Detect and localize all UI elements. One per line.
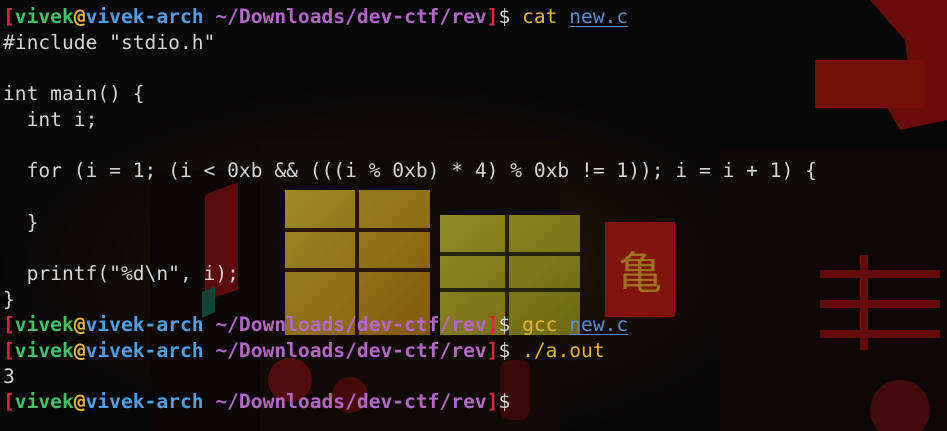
prompt-dollar: $ [498,5,523,28]
prompt-close-bracket: ] [486,390,499,414]
source-code-line [3,132,943,158]
prompt-at-sign: @ [73,338,86,362]
source-code-line [3,184,943,210]
prompt-line: [vivek@vivek-arch ~/Downloads/dev-ctf/re… [3,4,943,30]
source-code-line: for (i = 1; (i < 0xb && (((i % 0xb) * 4)… [3,158,943,184]
command-argument-path[interactable]: new.c [569,313,628,336]
source-code-line: int i; [3,107,943,133]
prompt-user: vivek [14,390,74,414]
prompt-line: [vivek@vivek-arch ~/Downloads/dev-ctf/re… [3,389,943,415]
prompt-dollar: $ [498,338,523,362]
prompt-line: [vivek@vivek-arch ~/Downloads/dev-ctf/re… [3,338,943,364]
source-code-line: printf("%d\n", i); [3,261,943,287]
prompt-path: ~/Downloads/dev-ctf/rev [203,338,487,362]
prompt-path: ~/Downloads/dev-ctf/rev [203,390,487,414]
prompt-open-bracket: [ [3,313,15,337]
source-code-line: } [3,210,943,236]
code-text: int main() { [3,82,145,106]
code-text: } [3,210,39,234]
prompt-host: vivek-arch [85,313,204,337]
prompt-host: vivek-arch [85,5,204,28]
source-code-line [3,55,943,81]
program-output: 3 [3,364,15,388]
prompt-user: vivek [14,5,74,28]
prompt-open-bracket: [ [3,338,15,362]
command-argument-path[interactable]: new.c [569,5,628,28]
prompt-open-bracket: [ [3,390,15,414]
code-text: for (i = 1; (i < 0xb && (((i % 0xb) * 4)… [3,159,817,183]
code-text: printf("%d\n", i); [3,261,239,285]
prompt-at-sign: @ [73,313,86,337]
code-text: int i; [3,107,98,131]
prompt-user: vivek [14,338,74,362]
command-name: gcc [522,313,558,337]
command-name: ./a.out [522,338,605,362]
prompt-host: vivek-arch [85,390,204,414]
code-text: #include "stdio.h" [3,30,216,54]
source-code-line: int main() { [3,81,943,107]
prompt-path: ~/Downloads/dev-ctf/rev [203,5,487,28]
source-code-line [3,235,943,261]
source-code-line: } [3,287,943,313]
prompt-dollar: $ [498,390,523,414]
prompt-open-bracket: [ [3,5,15,28]
source-code-line: #include "stdio.h" [3,30,943,56]
prompt-line: [vivek@vivek-arch ~/Downloads/dev-ctf/re… [3,312,943,338]
prompt-user: vivek [14,313,74,337]
command-name: cat [522,5,558,28]
prompt-close-bracket: ] [486,5,499,28]
prompt-close-bracket: ] [486,313,499,337]
program-output-line: 3 [3,364,943,390]
prompt-close-bracket: ] [486,338,499,362]
prompt-path: ~/Downloads/dev-ctf/rev [203,313,487,337]
terminal-output[interactable]: [vivek@vivek-arch ~/Downloads/dev-ctf/re… [3,4,943,415]
prompt-host: vivek-arch [85,338,204,362]
prompt-at-sign: @ [73,390,86,414]
prompt-dollar: $ [498,313,523,337]
prompt-at-sign: @ [73,5,86,28]
code-text: } [3,287,15,311]
